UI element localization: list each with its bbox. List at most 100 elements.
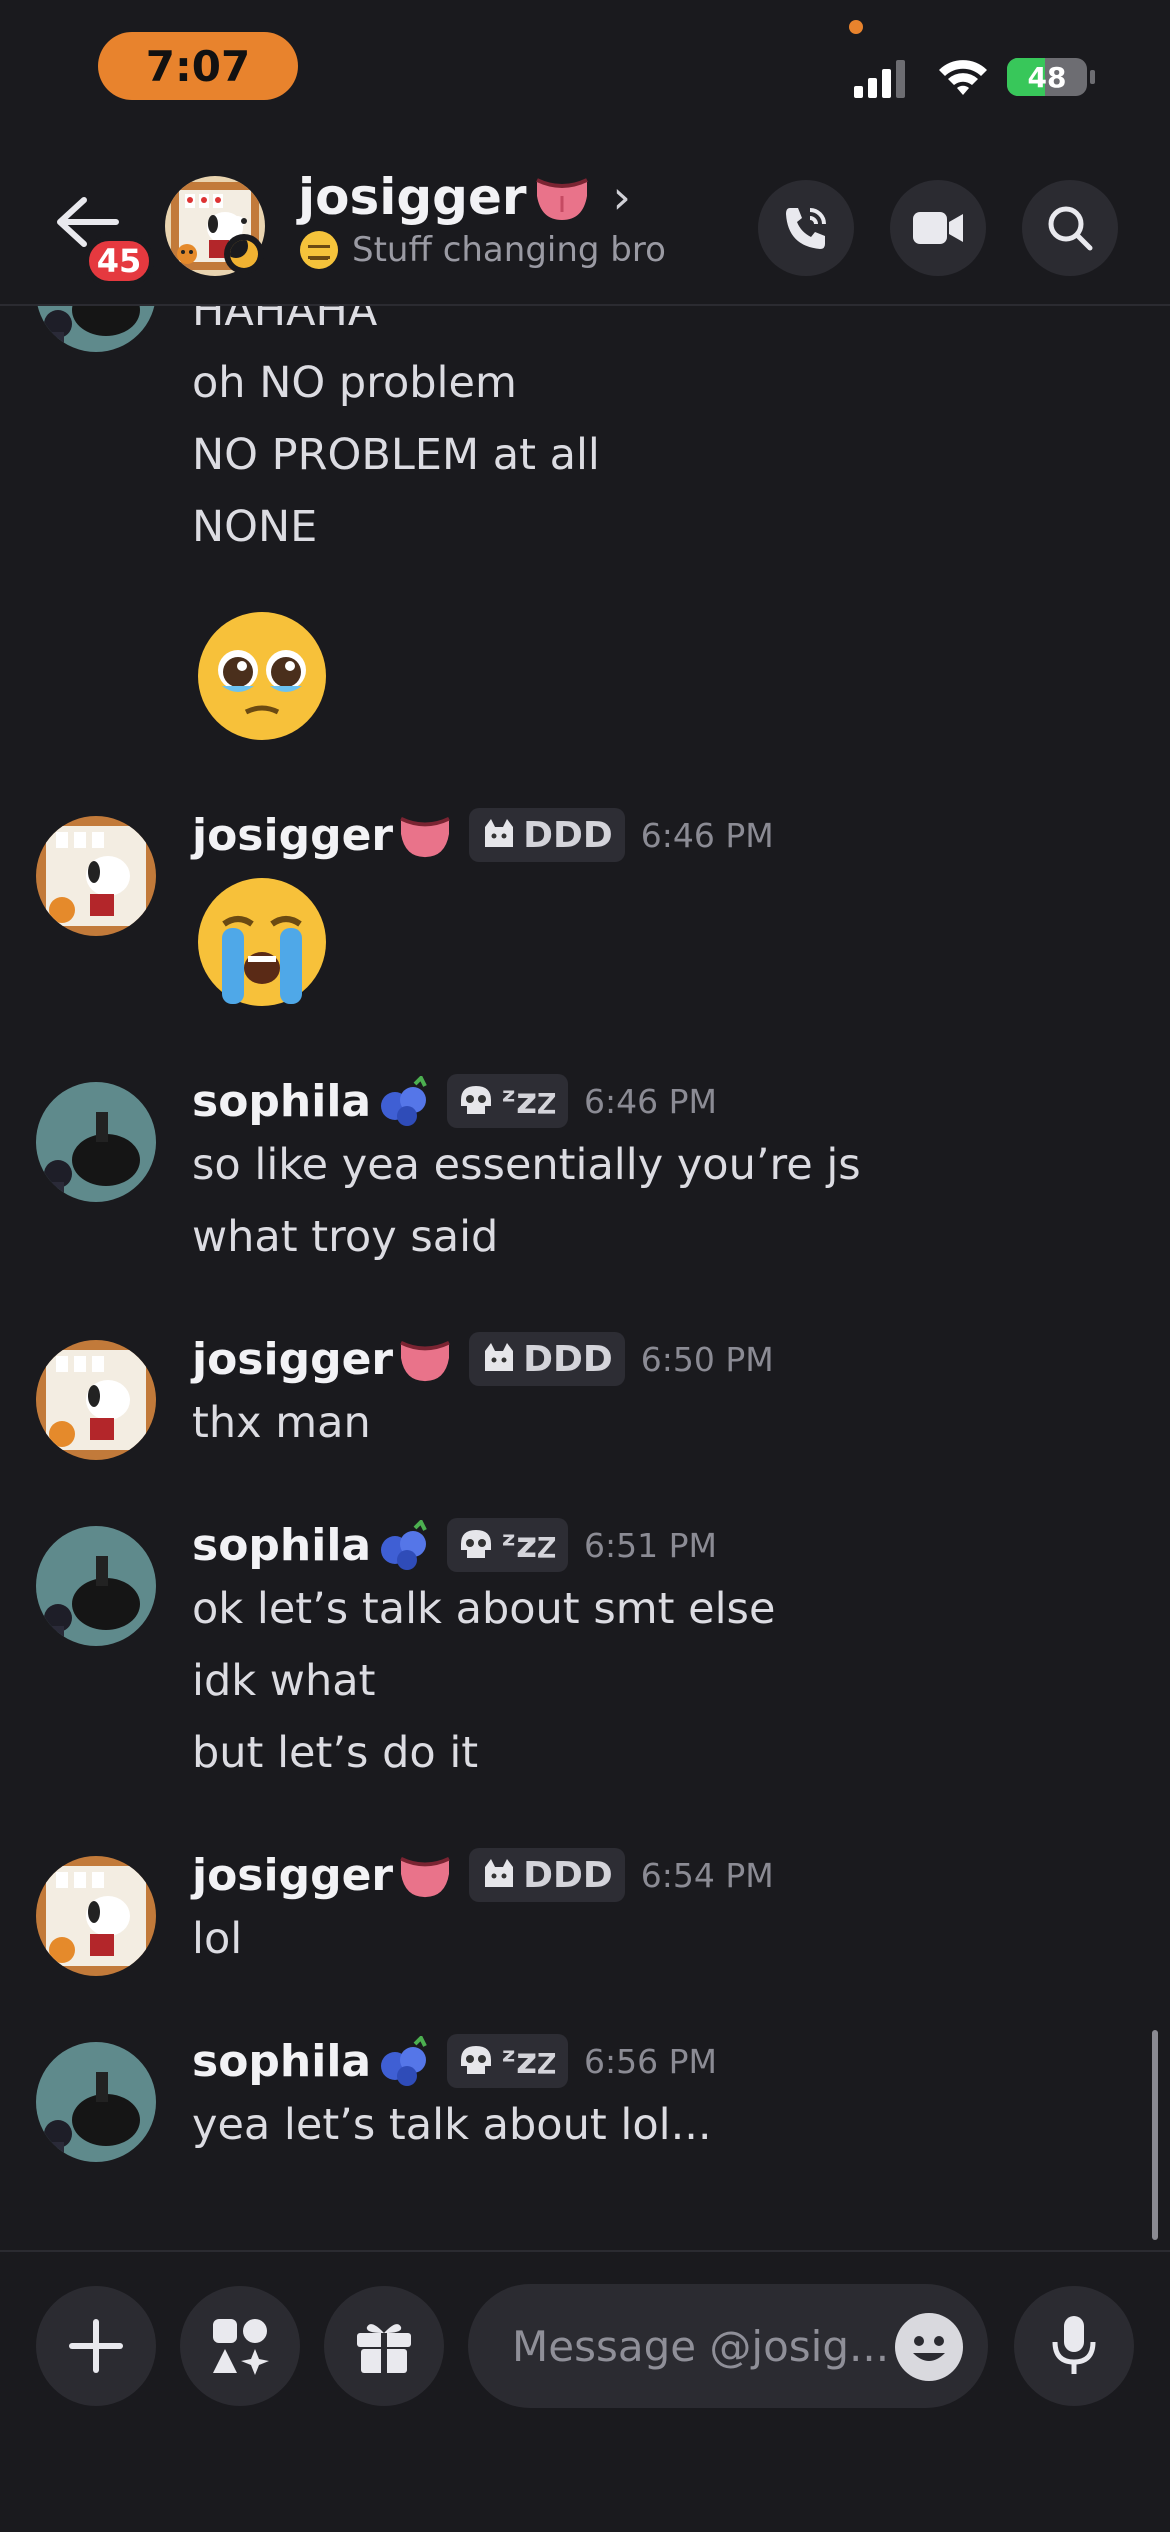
dm-title[interactable]: josigger ›	[298, 168, 631, 226]
chevron-right-icon: ›	[612, 170, 631, 224]
emoji-icon	[913, 2336, 945, 2361]
guild-tag-text: ᶻz𝗓	[501, 1080, 556, 1122]
sophila-avatar-icon	[36, 306, 156, 352]
guild-tag-text: DDD	[523, 814, 613, 856]
guild-tag[interactable]: ᶻz𝗓	[447, 2034, 568, 2088]
avatar[interactable]	[36, 1340, 156, 1460]
timestamp: 6:51 PM	[583, 1525, 717, 1565]
guild-tag-text: ᶻz𝗓	[501, 1524, 556, 1566]
message-text: NO PROBLEM at all	[192, 430, 600, 480]
message-text: thx man	[192, 1398, 371, 1448]
search-button[interactable]	[1022, 180, 1118, 276]
status-time: 7:07	[98, 32, 298, 100]
guild-tag-text: ᶻz𝗓	[501, 2040, 556, 2082]
attach-button[interactable]	[36, 2286, 156, 2406]
message-composer: Message @josig...	[0, 2250, 1170, 2532]
message-header: sophila ᶻz𝗓 6:51 PM	[192, 1518, 717, 1572]
microphone-icon	[1052, 2316, 1096, 2374]
snoopy-avatar-icon	[36, 1340, 156, 1460]
username[interactable]: sophila	[192, 1076, 371, 1127]
username[interactable]: josigger	[192, 1850, 393, 1901]
message-input-placeholder: Message @josig...	[512, 2321, 890, 2371]
sophila-avatar-icon	[36, 1082, 156, 1202]
timestamp: 6:56 PM	[583, 2041, 717, 2081]
snoopy-avatar-icon	[36, 816, 156, 936]
phone-icon	[786, 208, 826, 249]
privacy-indicator-dot	[849, 20, 863, 34]
guild-tag[interactable]: DDD	[469, 1332, 625, 1386]
skull-icon	[461, 1530, 492, 1558]
guild-tag[interactable]: DDD	[469, 1848, 625, 1902]
avatar[interactable]	[36, 2042, 156, 2162]
unread-count-badge: 45	[84, 236, 154, 286]
avatar[interactable]	[36, 1082, 156, 1202]
tongue-emoji-icon	[400, 1856, 450, 1898]
cat-icon	[485, 1343, 514, 1371]
username[interactable]: josigger	[192, 1334, 393, 1385]
snoopy-avatar-icon	[36, 1856, 156, 1976]
username[interactable]: josigger	[192, 810, 393, 861]
emoji-picker-button[interactable]	[895, 2313, 963, 2381]
idle-status-moon-icon	[224, 234, 264, 274]
message-text: but let’s do it	[192, 1728, 479, 1778]
message-list[interactable]: HAHAHA oh NO problem NO PROBLEM at all N…	[0, 306, 1170, 2250]
skull-icon	[461, 1086, 492, 1114]
custom-status: Stuff changing bro	[300, 230, 666, 270]
video-camera-icon	[913, 212, 963, 244]
message-text: lol	[192, 1914, 243, 1964]
guild-tag-text: DDD	[523, 1338, 613, 1380]
message-text: idk what	[192, 1656, 376, 1706]
tongue-emoji-icon	[535, 178, 588, 220]
voice-message-button[interactable]	[1014, 2286, 1134, 2406]
battery-percentage: 48	[1027, 60, 1067, 94]
sophila-avatar-icon	[36, 2042, 156, 2162]
search-icon	[1048, 206, 1093, 251]
battery-icon: 48	[1007, 58, 1087, 96]
cat-icon	[485, 819, 514, 847]
message-header: josigger DDD 6:46 PM	[192, 808, 774, 862]
avatar[interactable]	[36, 1856, 156, 1976]
plus-icon	[69, 2319, 123, 2373]
username[interactable]: sophila	[192, 2036, 371, 2087]
guild-tag-text: DDD	[523, 1854, 613, 1896]
message-text: ok let’s talk about smt else	[192, 1584, 776, 1634]
message-header: josigger DDD 6:54 PM	[192, 1848, 774, 1902]
avatar[interactable]	[36, 816, 156, 936]
skull-icon	[461, 2046, 492, 2074]
custom-status-text: Stuff changing bro	[352, 230, 666, 270]
video-call-button[interactable]	[890, 180, 986, 276]
loudly-crying-face-icon	[198, 878, 326, 1006]
blueberries-icon	[381, 2036, 427, 2086]
message-text: oh NO problem	[192, 358, 517, 408]
timestamp: 6:54 PM	[640, 1855, 774, 1895]
sophila-avatar-icon	[36, 1526, 156, 1646]
blueberries-icon	[381, 1520, 427, 1570]
message-text: so like yea essentially you’re js	[192, 1140, 861, 1190]
username[interactable]: sophila	[192, 1520, 371, 1571]
avatar[interactable]	[36, 1526, 156, 1646]
scrollbar[interactable]	[1152, 2030, 1158, 2240]
timestamp: 6:50 PM	[640, 1339, 774, 1379]
battery-nub	[1090, 70, 1095, 84]
voice-call-button[interactable]	[758, 180, 854, 276]
expressionless-face-icon	[300, 231, 338, 269]
message-text: yea let’s talk about lol...	[192, 2100, 712, 2150]
cat-icon	[485, 1859, 514, 1887]
message-header: josigger DDD 6:50 PM	[192, 1332, 774, 1386]
tongue-emoji-icon	[400, 816, 450, 858]
dm-title-name: josigger	[298, 168, 527, 226]
apps-button[interactable]	[180, 2286, 300, 2406]
dm-header: 45 josigger › Stuff changing bro	[0, 140, 1170, 306]
tongue-emoji-icon	[400, 1340, 450, 1382]
guild-tag[interactable]: ᶻz𝗓	[447, 1074, 568, 1128]
avatar[interactable]	[36, 306, 156, 352]
pleading-face-icon	[198, 612, 326, 740]
message-header: sophila ᶻz𝗓 6:56 PM	[192, 2034, 717, 2088]
guild-tag[interactable]: ᶻz𝗓	[447, 1518, 568, 1572]
gift-button[interactable]	[324, 2286, 444, 2406]
cellular-signal-icon	[854, 60, 905, 98]
timestamp: 6:46 PM	[583, 1081, 717, 1121]
guild-tag[interactable]: DDD	[469, 808, 625, 862]
message-text: NONE	[192, 502, 318, 552]
message-text: what troy said	[192, 1212, 499, 1262]
